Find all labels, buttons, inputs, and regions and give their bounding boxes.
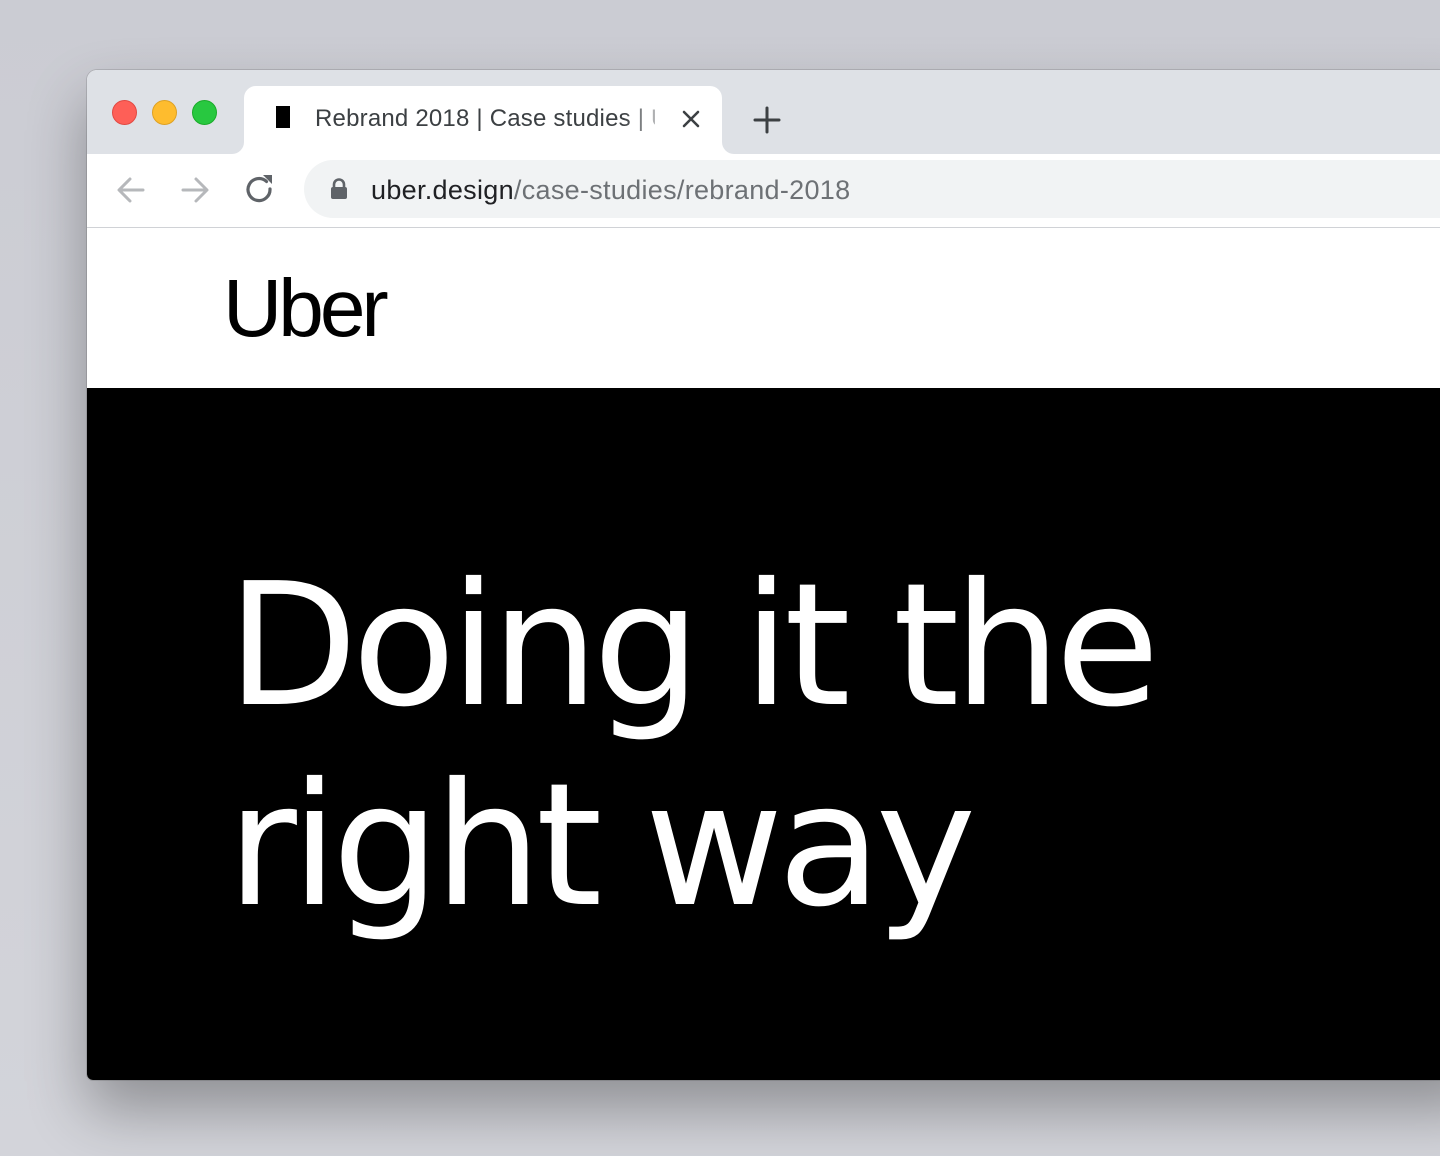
url-host: uber.design	[371, 175, 514, 205]
site-header: Uber	[87, 228, 1440, 388]
close-window-button[interactable]	[112, 100, 137, 125]
tab-title: Rebrand 2018 | Case studies | Uber Desig…	[315, 105, 655, 132]
url-path: /case-studies/rebrand-2018	[513, 175, 851, 205]
tab-title-fade	[624, 100, 674, 140]
uber-logo[interactable]: Uber	[223, 264, 389, 354]
browser-window: Rebrand 2018 | Case studies | Uber Desig…	[87, 70, 1440, 1080]
lock-icon	[331, 178, 347, 199]
hero-section: Doing it the right way	[87, 388, 1440, 1080]
tab-strip: Rebrand 2018 | Case studies | Uber Desig…	[87, 70, 1440, 154]
arrow-right-icon[interactable]	[177, 172, 213, 208]
uber-favicon-icon	[276, 106, 290, 128]
reload-icon[interactable]	[242, 172, 278, 208]
close-icon[interactable]	[678, 106, 704, 132]
plus-icon[interactable]	[751, 104, 783, 136]
browser-toolbar: uber.design/case-studies/rebrand-2018	[87, 154, 1440, 228]
active-tab[interactable]: Rebrand 2018 | Case studies | Uber Desig…	[244, 86, 722, 154]
maximize-window-button[interactable]	[192, 100, 217, 125]
hero-headline: Doing it the right way	[227, 547, 1160, 945]
url-text: uber.design/case-studies/rebrand-2018	[371, 174, 850, 206]
minimize-window-button[interactable]	[152, 100, 177, 125]
arrow-left-icon[interactable]	[113, 172, 149, 208]
address-bar[interactable]: uber.design/case-studies/rebrand-2018	[304, 160, 1440, 218]
web-page: Uber Doing it the right way	[87, 228, 1440, 1080]
desktop: Rebrand 2018 | Case studies | Uber Desig…	[0, 0, 1440, 1156]
